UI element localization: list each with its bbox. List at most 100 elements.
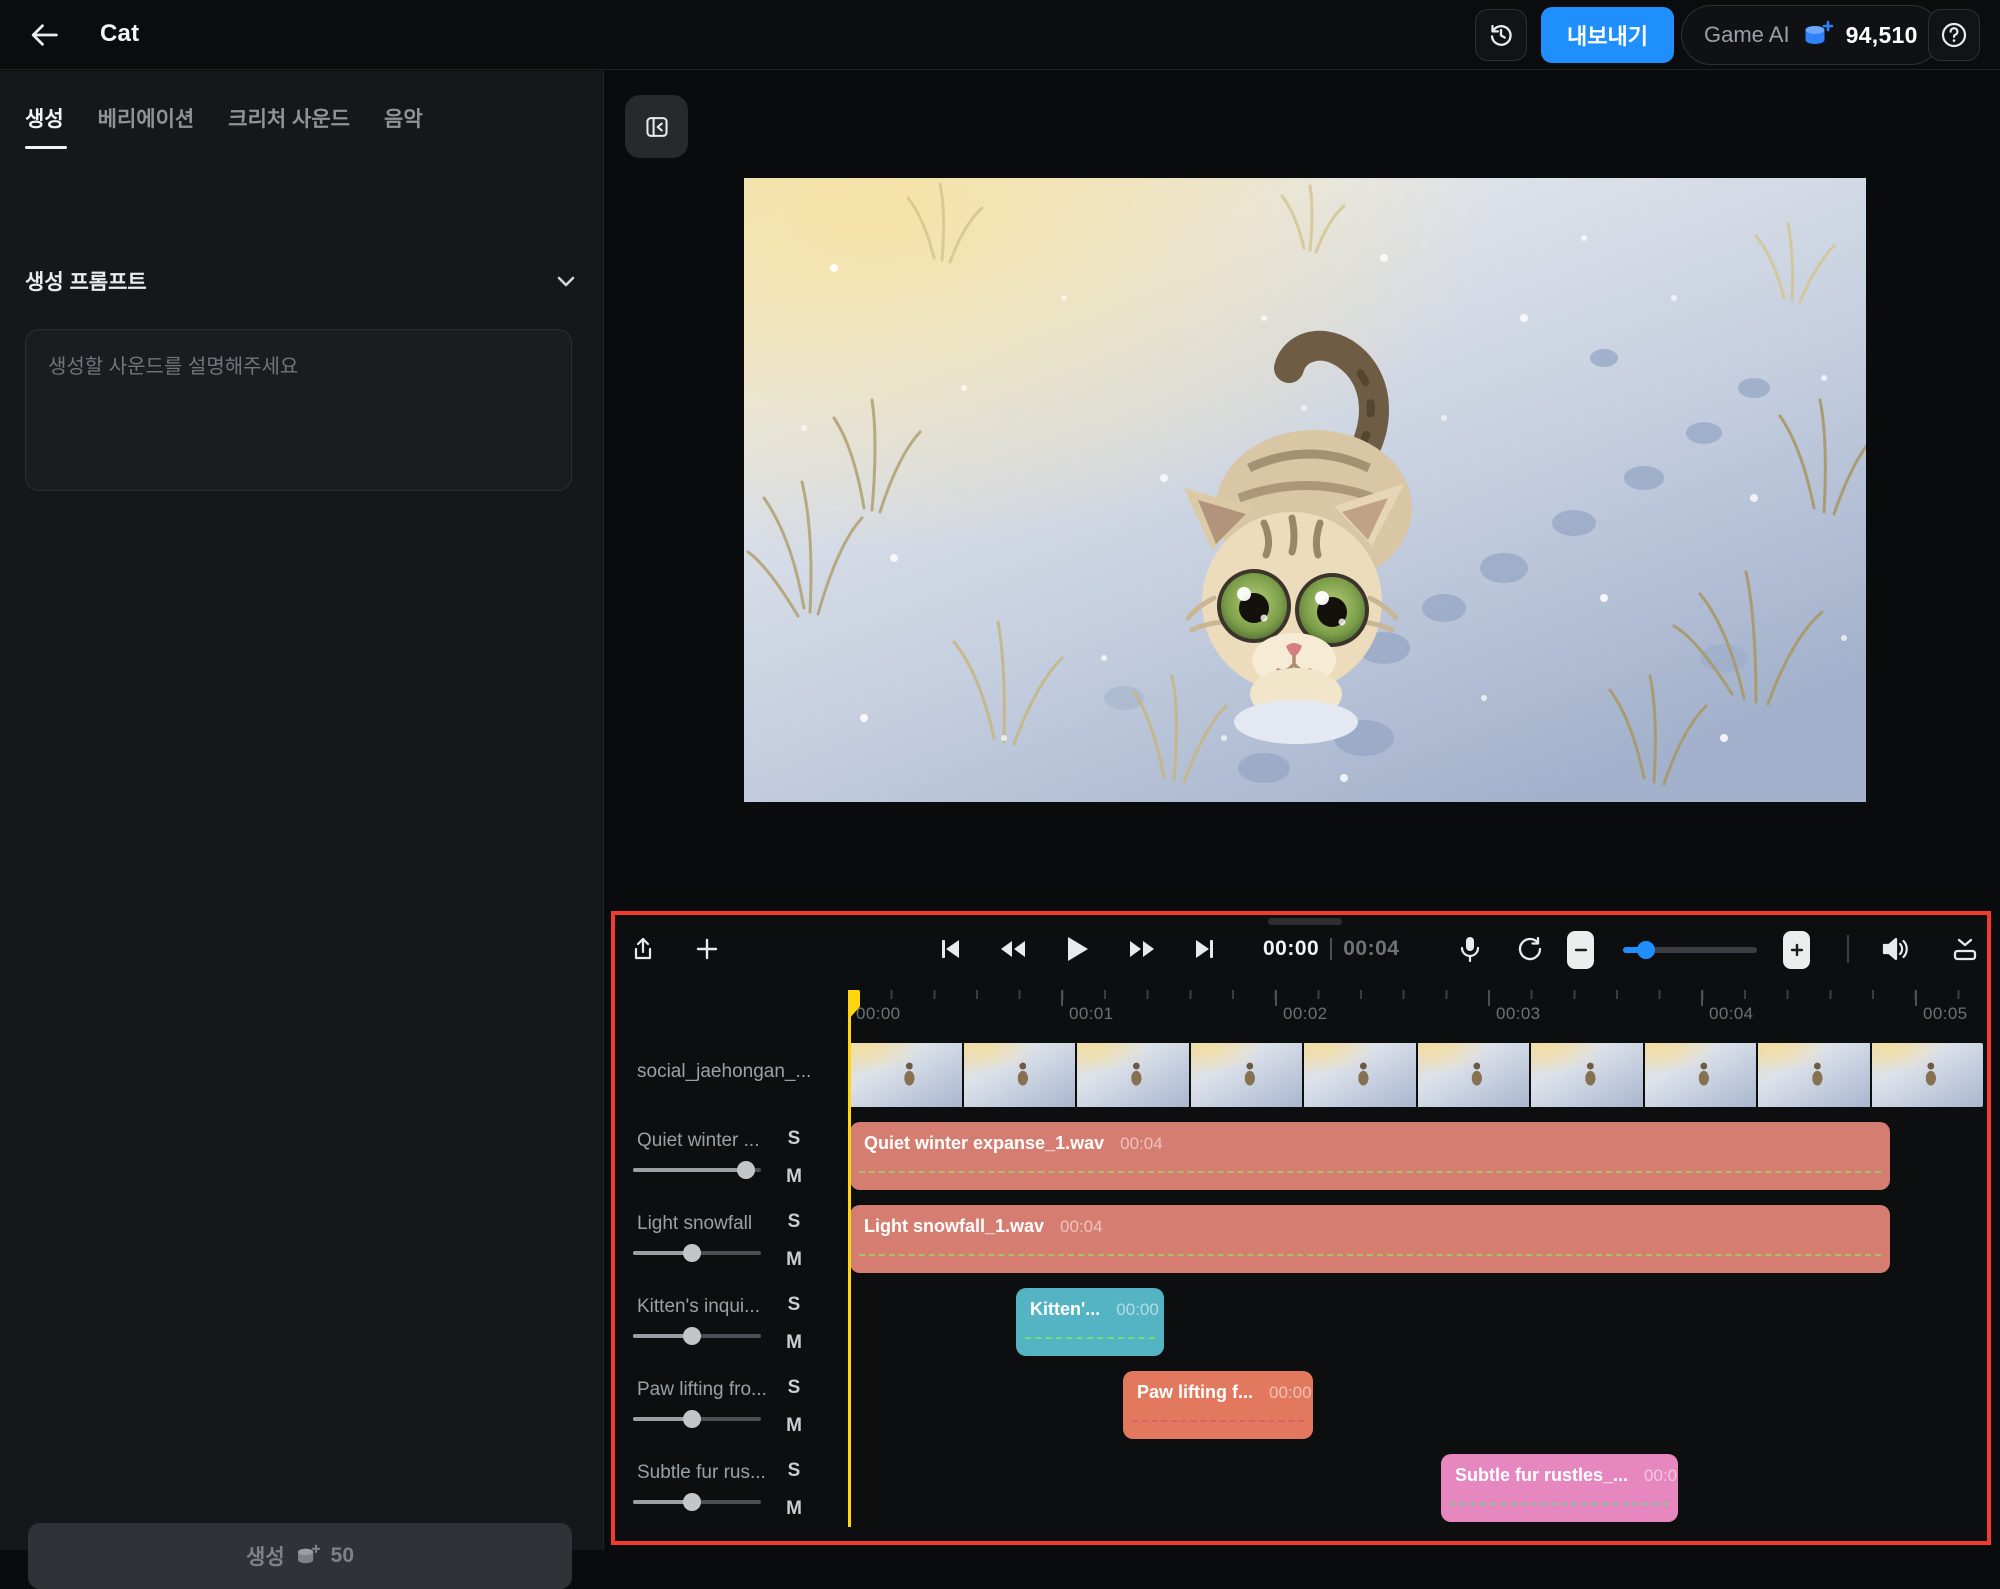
clip-duration: 00:01 xyxy=(1644,1466,1678,1486)
fast-forward-button[interactable] xyxy=(1122,929,1162,969)
video-preview xyxy=(744,178,1866,802)
volume-slider[interactable] xyxy=(633,1251,761,1255)
audio-clip[interactable]: Subtle fur rustles_...00:01 xyxy=(1441,1454,1678,1522)
video-track-label: social_jaehongan_... xyxy=(637,1061,827,1083)
audio-clip[interactable]: Quiet winter expanse_1.wav 00:04 xyxy=(850,1122,1890,1190)
volume-slider[interactable] xyxy=(633,1168,761,1172)
solo-button[interactable]: S xyxy=(781,1460,807,1482)
timeline-zoom-slider[interactable] xyxy=(1623,947,1757,953)
tab-variation[interactable]: 베리에이션 xyxy=(98,103,195,149)
play-button[interactable] xyxy=(1057,929,1097,969)
panel-collapse-icon xyxy=(642,112,672,142)
timecode-divider xyxy=(1330,938,1332,960)
generate-button[interactable]: 생성 50 xyxy=(28,1523,572,1589)
help-button[interactable] xyxy=(1928,9,1980,61)
clip-duration: 00:04 xyxy=(1120,1134,1163,1154)
play-icon xyxy=(1063,934,1091,964)
fast-forward-icon xyxy=(1128,936,1156,962)
upload-button[interactable] xyxy=(623,929,663,969)
coin-stack-icon xyxy=(1802,20,1834,50)
zoom-slider-thumb[interactable] xyxy=(1637,941,1655,959)
volume-slider[interactable] xyxy=(633,1334,761,1338)
history-button[interactable] xyxy=(1475,9,1527,61)
mic-button[interactable] xyxy=(1450,929,1490,969)
export-button-label: 내보내기 xyxy=(1567,19,1648,51)
minus-icon xyxy=(1574,943,1588,957)
clip-name: Light snowfall_1.wav xyxy=(864,1216,1044,1237)
collapse-sidebar-button[interactable] xyxy=(625,95,688,158)
video-thumbnail xyxy=(1872,1043,1984,1107)
video-thumbnail xyxy=(1418,1043,1530,1107)
timeline-ruler[interactable]: 00:00 00:01 00:02 00:03 00:04 00:05 xyxy=(615,990,1987,1032)
volume-slider[interactable] xyxy=(633,1500,761,1504)
credits-pill[interactable]: Game AI 94,510 xyxy=(1681,5,1941,65)
clip-name: Kitten'... xyxy=(1030,1299,1100,1320)
current-time: 00:00 xyxy=(1263,937,1319,961)
mute-button[interactable]: M xyxy=(781,1415,807,1437)
skip-to-start-icon xyxy=(937,936,963,962)
video-thumbnail xyxy=(1191,1043,1303,1107)
solo-button[interactable]: S xyxy=(781,1211,807,1233)
microphone-icon xyxy=(1458,935,1482,963)
video-thumbnail xyxy=(1758,1043,1870,1107)
waveform xyxy=(1450,1503,1669,1505)
rewind-button[interactable] xyxy=(993,929,1033,969)
timeline-panel: 00:00 00:04 xyxy=(611,911,1991,1545)
back-button[interactable] xyxy=(22,13,66,57)
timeline-scroll-handle[interactable] xyxy=(1268,918,1342,925)
help-question-icon xyxy=(1940,21,1968,49)
left-sidebar: 생성 베리에이션 크리처 사운드 음악 생성 프롬프트 생성 50 xyxy=(0,71,604,1550)
fit-frame-icon xyxy=(1951,936,1979,962)
playhead-line[interactable] xyxy=(848,990,851,1527)
timecode: 00:00 00:04 xyxy=(1263,929,1399,969)
volume-slider-thumb[interactable] xyxy=(683,1493,701,1511)
video-thumbnail xyxy=(1077,1043,1189,1107)
clip-name: Quiet winter expanse_1.wav xyxy=(864,1133,1104,1154)
plan-label: Game AI xyxy=(1704,22,1790,48)
video-thumbnail xyxy=(1304,1043,1416,1107)
add-track-button[interactable] xyxy=(687,929,727,969)
volume-button[interactable] xyxy=(1875,929,1915,969)
video-thumbnail xyxy=(1531,1043,1643,1107)
audio-clip[interactable]: Light snowfall_1.wav00:04 xyxy=(850,1205,1890,1273)
audio-clip[interactable]: Paw lifting f...00:00 xyxy=(1123,1371,1313,1439)
sidebar-tabs: 생성 베리에이션 크리처 사운드 음악 xyxy=(0,71,603,149)
rewind-icon xyxy=(999,936,1027,962)
audio-clip[interactable]: Kitten'...00:00 xyxy=(1016,1288,1164,1356)
ruler-label: 00:04 xyxy=(1709,1004,1754,1024)
generate-button-label: 생성 xyxy=(246,1541,285,1571)
mute-button[interactable]: M xyxy=(781,1498,807,1520)
video-thumbnail xyxy=(964,1043,1076,1107)
track-label: Quiet winter ... xyxy=(637,1130,775,1152)
volume-slider-thumb[interactable] xyxy=(683,1327,701,1345)
ruler-minor-ticks xyxy=(848,990,1982,999)
tab-creature-sound[interactable]: 크리처 사운드 xyxy=(228,103,350,149)
volume-slider-thumb[interactable] xyxy=(737,1161,755,1179)
volume-slider-thumb[interactable] xyxy=(683,1244,701,1262)
coin-stack-icon xyxy=(295,1544,321,1568)
track-label: Subtle fur rus... xyxy=(637,1462,775,1484)
solo-button[interactable]: S xyxy=(781,1294,807,1316)
export-button[interactable]: 내보내기 xyxy=(1541,7,1674,63)
clip-name: Paw lifting f... xyxy=(1137,1382,1253,1403)
zoom-in-button[interactable] xyxy=(1783,931,1810,969)
tab-generate[interactable]: 생성 xyxy=(25,103,64,149)
mute-button[interactable]: M xyxy=(781,1249,807,1271)
prompt-input[interactable] xyxy=(25,329,572,491)
video-track-clip[interactable] xyxy=(850,1043,1983,1107)
skip-start-button[interactable] xyxy=(930,929,970,969)
mute-button[interactable]: M xyxy=(781,1332,807,1354)
volume-slider[interactable] xyxy=(633,1417,761,1421)
fit-frame-button[interactable] xyxy=(1945,929,1985,969)
solo-button[interactable]: S xyxy=(781,1377,807,1399)
zoom-out-button[interactable] xyxy=(1567,931,1594,969)
top-bar: Cat 내보내기 Game AI 94,510 xyxy=(0,0,2000,70)
tab-music[interactable]: 음악 xyxy=(384,103,423,149)
skip-end-button[interactable] xyxy=(1185,929,1225,969)
ruler-label: 00:01 xyxy=(1069,1004,1114,1024)
loop-button[interactable] xyxy=(1510,929,1550,969)
mute-button[interactable]: M xyxy=(781,1166,807,1188)
volume-slider-thumb[interactable] xyxy=(683,1410,701,1428)
solo-button[interactable]: S xyxy=(781,1128,807,1150)
chevron-down-icon[interactable] xyxy=(553,268,579,294)
